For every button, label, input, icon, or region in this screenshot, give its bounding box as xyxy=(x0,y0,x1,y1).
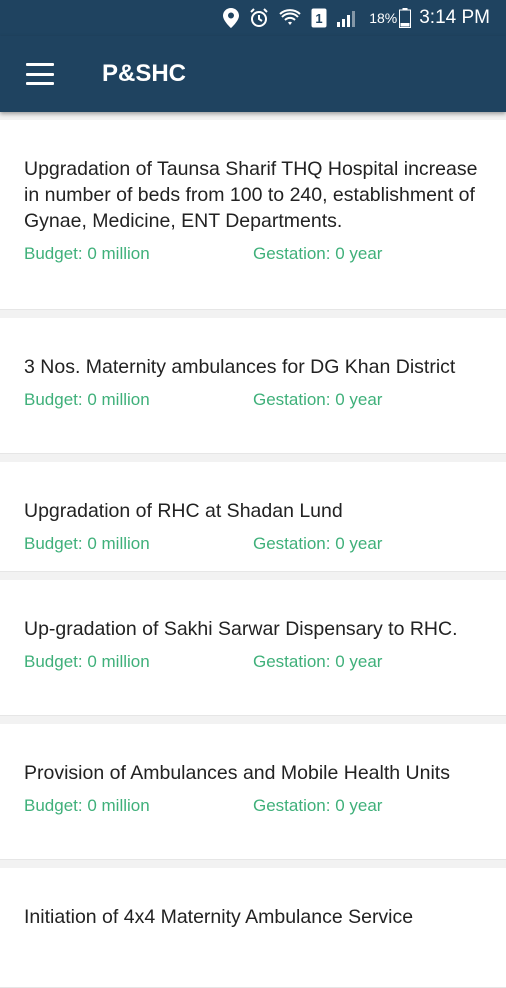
project-card[interactable]: Provision of Ambulances and Mobile Healt… xyxy=(0,724,506,860)
sim-icon: 1 xyxy=(311,8,327,28)
project-title: Initiation of 4x4 Maternity Ambulance Se… xyxy=(24,906,414,928)
project-card[interactable]: 3 Nos. Maternity ambulances for DG Khan … xyxy=(0,318,506,454)
battery-percent: 18% xyxy=(369,10,398,26)
project-title: Provision of Ambulances and Mobile Healt… xyxy=(24,762,450,784)
project-budget: Budget: 0 million xyxy=(24,390,150,409)
project-budget: Budget: 0 million xyxy=(24,534,150,553)
location-icon xyxy=(223,8,240,28)
project-budget: Budget: 0 million xyxy=(24,796,150,815)
signal-icon xyxy=(337,9,359,27)
project-title: Up-gradation of Sakhi Sarwar Dispensary … xyxy=(24,618,458,640)
project-budget: Budget: 0 million xyxy=(24,244,150,263)
project-budget: Budget: 0 million xyxy=(24,652,150,671)
status-bar: 1 18% 3:14 PM xyxy=(0,0,506,36)
project-title: Upgradation of Taunsa Sharif THQ Hospita… xyxy=(24,158,478,232)
app-bar: P&SHC xyxy=(0,36,506,112)
project-card[interactable]: Initiation of 4x4 Maternity Ambulance Se… xyxy=(0,868,506,988)
alarm-icon xyxy=(249,8,269,28)
project-card[interactable]: Up-gradation of Sakhi Sarwar Dispensary … xyxy=(0,580,506,716)
project-title: 3 Nos. Maternity ambulances for DG Khan … xyxy=(24,356,456,378)
project-list: Upgradation of Taunsa Sharif THQ Hospita… xyxy=(0,112,506,988)
project-gestation: Gestation: 0 year xyxy=(253,652,383,671)
sim-label: 1 xyxy=(316,11,323,26)
project-title: Upgradation of RHC at Shadan Lund xyxy=(24,500,343,522)
project-card[interactable]: Upgradation of RHC at Shadan Lund Budget… xyxy=(0,462,506,572)
wifi-icon xyxy=(279,9,301,27)
hamburger-menu-icon[interactable] xyxy=(26,63,54,85)
project-gestation: Gestation: 0 year xyxy=(253,390,383,409)
project-gestation: Gestation: 0 year xyxy=(253,796,383,815)
project-gestation: Gestation: 0 year xyxy=(253,244,383,263)
battery-icon xyxy=(399,8,412,28)
clock: 3:14 PM xyxy=(419,7,490,28)
project-gestation: Gestation: 0 year xyxy=(253,534,383,553)
app-title: P&SHC xyxy=(102,60,187,87)
project-card[interactable]: Upgradation of Taunsa Sharif THQ Hospita… xyxy=(0,120,506,310)
